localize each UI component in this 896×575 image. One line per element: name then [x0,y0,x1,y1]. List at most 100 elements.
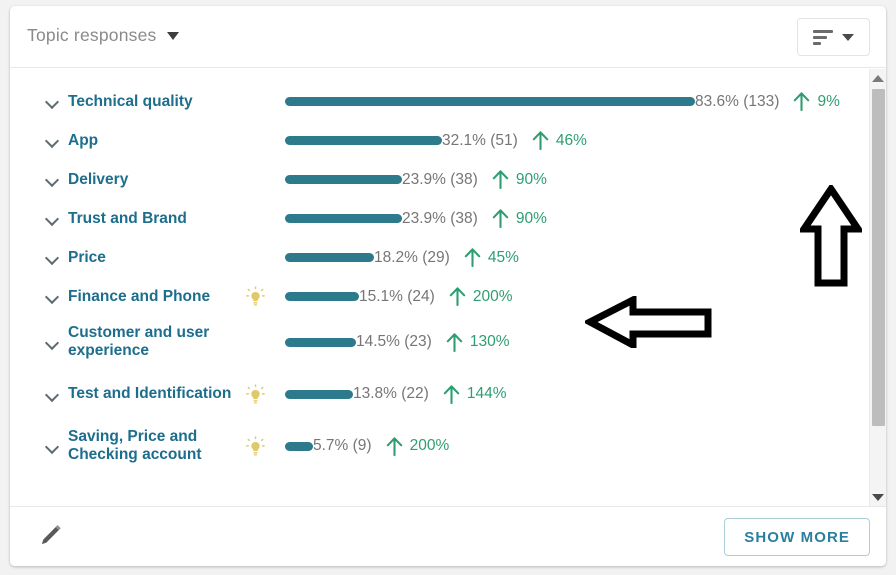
lightbulb-icon [246,435,265,456]
topic-row-trend: 90% [492,170,547,189]
trend-up-arrow-icon [532,131,549,150]
topic-row[interactable]: Test and Identification 13.8% (22) 144% [10,368,865,420]
topic-row-label-cell[interactable]: Price [10,249,242,267]
edit-button[interactable] [35,521,65,551]
topic-row-label: Customer and user experience [68,324,210,359]
topic-row-label-cell[interactable]: Customer and user experience [10,324,242,360]
card-header: Topic responses [10,6,886,68]
topic-row[interactable]: Delivery 23.9% (38) 90% [10,160,865,199]
sort-lines-icon [813,29,833,45]
triangle-up-icon [872,74,884,82]
topic-row-trend-value: 200% [472,287,513,305]
topic-row-percent: 5.7% (9) [313,437,372,454]
topic-row[interactable]: Price 18.2% (29) 45% [10,238,865,277]
topic-row-trend-value: 144% [466,385,507,402]
trend-up-arrow-icon [464,248,481,267]
pencil-icon [41,525,61,545]
topic-row[interactable]: Trust and Brand 23.9% (38) 90% [10,199,865,238]
topic-row-insight-cell [242,435,269,457]
topic-row-trend-value: 200% [409,437,450,454]
topic-row-bar-cell: 5.7% (9) [285,437,372,455]
topic-row-label-cell[interactable]: Test and Identification [10,385,242,403]
topic-row-percent: 15.1% (24) [359,287,435,305]
topic-row-label: Delivery [68,170,129,188]
card-footer: SHOW MORE [10,506,886,566]
topic-row-percent: 23.9% (38) [402,209,478,227]
topic-row-insight-cell [242,383,269,405]
chevron-down-icon[interactable] [46,388,59,401]
topic-row-bar-cell: 83.6% (133) [285,93,779,111]
topic-row-bar [285,389,353,399]
topic-row-bar [285,175,402,184]
topic-row-bar-cell: 14.5% (23) [285,333,432,351]
topic-row-trend: 90% [492,209,547,228]
topic-row[interactable]: Finance and Phone 15.1% (24) 200% [10,277,865,316]
topic-row-percent: 14.5% (23) [356,333,432,350]
topic-row-percent: 23.9% (38) [402,170,478,188]
triangle-down-icon [872,493,884,501]
trend-up-arrow-icon [443,384,460,404]
chevron-down-icon[interactable] [46,134,59,147]
topic-row-bar [285,136,442,145]
topic-row-insight-cell [242,286,269,307]
chevron-down-icon[interactable] [46,95,59,108]
topic-row-bar-cell: 32.1% (51) [285,132,518,150]
chevron-down-icon[interactable] [46,212,59,225]
show-more-label: SHOW MORE [744,528,850,546]
topic-row-label-cell[interactable]: Trust and Brand [10,210,242,228]
topic-row-label-cell[interactable]: App [10,132,242,150]
chevron-down-icon[interactable] [46,290,59,303]
trend-up-arrow-icon [794,92,810,111]
topic-row[interactable]: App 32.1% (51) 46% [10,121,865,160]
scroll-down-button[interactable] [870,489,886,505]
topic-row-trend-value: 9% [817,92,840,110]
trend-up-arrow-icon [446,332,463,352]
topic-row-trend-value: 130% [469,333,510,350]
topic-row-trend-value: 45% [487,248,519,266]
topic-row-label: Trust and Brand [68,209,187,227]
topic-row-label-cell[interactable]: Delivery [10,171,242,189]
topic-row-label-cell[interactable]: Finance and Phone [10,288,242,306]
chevron-down-icon[interactable] [46,251,59,264]
topic-responses-dropdown[interactable]: Topic responses [27,25,180,46]
trend-up-arrow-icon [386,436,402,456]
topic-row[interactable]: Technical quality 83.6% (133) 9% [10,82,865,121]
topic-row-trend: 130% [446,332,510,352]
topic-row-bar [285,337,356,347]
topic-row-trend: 200% [386,436,450,456]
topic-row-label: App [68,131,99,149]
topic-row-bar-cell: 23.9% (38) [285,171,478,189]
chevron-down-icon[interactable] [46,336,59,349]
topic-row-label-cell[interactable]: Saving, Price and Checking account [10,428,242,464]
chevron-down-icon[interactable] [46,440,59,453]
topic-row[interactable]: Saving, Price and Checking account 5.7% … [10,420,865,472]
topic-row-trend: 144% [443,384,507,404]
chevron-down-icon[interactable] [46,173,59,186]
topic-row-bar-cell: 23.9% (38) [285,210,478,228]
topic-row-bar-cell: 13.8% (22) [285,385,429,403]
trend-up-arrow-icon [492,209,509,228]
show-more-button[interactable]: SHOW MORE [724,518,870,556]
topic-row-label: Saving, Price and Checking account [68,428,202,463]
topic-responses-dropdown-label: Topic responses [27,25,157,45]
topic-row-bar-cell: 15.1% (24) [285,288,435,306]
trend-up-arrow-icon [492,170,509,189]
scroll-up-button[interactable] [870,70,886,86]
topic-row[interactable]: Customer and user experience 14.5% (23) 1… [10,316,865,368]
sort-button[interactable] [797,18,870,56]
topic-row-percent: 32.1% (51) [442,131,518,149]
topic-rows: Technical quality 83.6% (133) 9% App 32.1% … [10,82,865,472]
topic-row-trend-value: 90% [515,209,547,227]
list-scrollbar[interactable] [869,69,886,506]
trend-up-arrow-icon [449,287,466,306]
topic-responses-card: Topic responses Technical quality 83.6% (… [10,6,886,566]
topic-row-label-cell[interactable]: Technical quality [10,93,242,111]
chevron-down-icon [842,33,854,41]
topic-row-trend: 46% [532,131,587,150]
topic-row-trend: 9% [793,92,840,111]
topic-row-bar-cell: 18.2% (29) [285,249,450,267]
topic-row-percent: 13.8% (22) [353,385,429,402]
scrollbar-thumb[interactable] [872,89,885,426]
topic-row-label: Finance and Phone [68,287,211,305]
topic-row-bar [285,292,359,301]
